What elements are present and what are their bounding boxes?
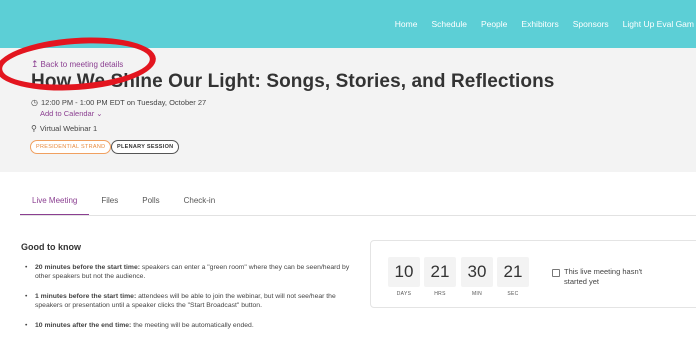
clock-icon: ◷	[31, 98, 38, 107]
nav-links: Home Schedule People Exhibitors Sponsors…	[395, 19, 696, 29]
countdown-days-value: 10	[388, 257, 420, 287]
countdown-hours: 21 HRS	[424, 257, 456, 297]
tab-check-in[interactable]: Check-in	[172, 196, 228, 216]
countdown-minutes: 30 MIN	[461, 257, 493, 297]
list-item: 10 minutes after the end time: the meeti…	[21, 321, 361, 330]
countdown-minutes-label: MIN	[471, 291, 483, 297]
list-item-bold: 1 minutes before the start time:	[35, 293, 137, 300]
calendar-icon	[552, 269, 560, 277]
nav-schedule[interactable]: Schedule	[431, 19, 466, 29]
countdown-days-label: DAYS	[396, 291, 412, 297]
list-item-bold: 10 minutes after the end time:	[35, 322, 132, 329]
chevron-down-icon: ⌄	[96, 109, 103, 118]
tab-live-meeting[interactable]: Live Meeting	[20, 196, 90, 216]
nav-exhibitors[interactable]: Exhibitors	[521, 19, 558, 29]
list-item-text: the meeting will be automatically ended.	[131, 322, 254, 329]
list-item: 1 minutes before the start time: attende…	[21, 292, 361, 310]
add-to-calendar-button[interactable]: Add to Calendar ⌄	[40, 109, 103, 118]
badge-plenary-session: PLENARY SESSION	[111, 140, 180, 154]
add-to-calendar-label: Add to Calendar	[40, 109, 95, 118]
session-tabs: Live Meeting Files Polls Check-in	[20, 196, 227, 216]
countdown-seconds-value: 21	[497, 257, 529, 287]
tab-files[interactable]: Files	[89, 196, 130, 216]
list-item: 20 minutes before the start time: speake…	[21, 263, 361, 281]
countdown-hours-value: 21	[424, 257, 456, 287]
session-location-text: Virtual Webinar 1	[39, 124, 98, 133]
good-to-know-heading: Good to know	[21, 242, 81, 252]
countdown-hours-label: HRS	[434, 291, 446, 297]
nav-light-up-eval-game[interactable]: Light Up Eval Gam	[623, 19, 694, 29]
countdown-seconds-label: SEC	[507, 291, 519, 297]
session-time: ◷ 12:00 PM - 1:00 PM EDT on Tuesday, Octo…	[31, 98, 206, 107]
tab-polls[interactable]: Polls	[130, 196, 171, 216]
nav-people[interactable]: People	[481, 19, 507, 29]
countdown-minutes-value: 30	[461, 257, 493, 287]
nav-home[interactable]: Home	[395, 19, 418, 29]
session-time-text: 12:00 PM - 1:00 PM EDT on Tuesday, Octob…	[40, 98, 207, 107]
session-location: ⚲ Virtual Webinar 1	[31, 124, 97, 133]
location-pin-icon: ⚲	[31, 124, 37, 133]
meeting-status-text: This live meeting hasn't started yet	[564, 267, 643, 286]
good-to-know-list: 20 minutes before the start time: speake…	[21, 263, 361, 341]
countdown-seconds: 21 SEC	[497, 257, 529, 297]
list-item-bold: 20 minutes before the start time:	[35, 264, 140, 271]
countdown-days: 10 DAYS	[388, 257, 420, 297]
tabs-divider	[20, 215, 696, 216]
badge-presidential-strand: PRESIDENTIAL STRAND	[30, 140, 112, 154]
nav-sponsors[interactable]: Sponsors	[573, 19, 609, 29]
